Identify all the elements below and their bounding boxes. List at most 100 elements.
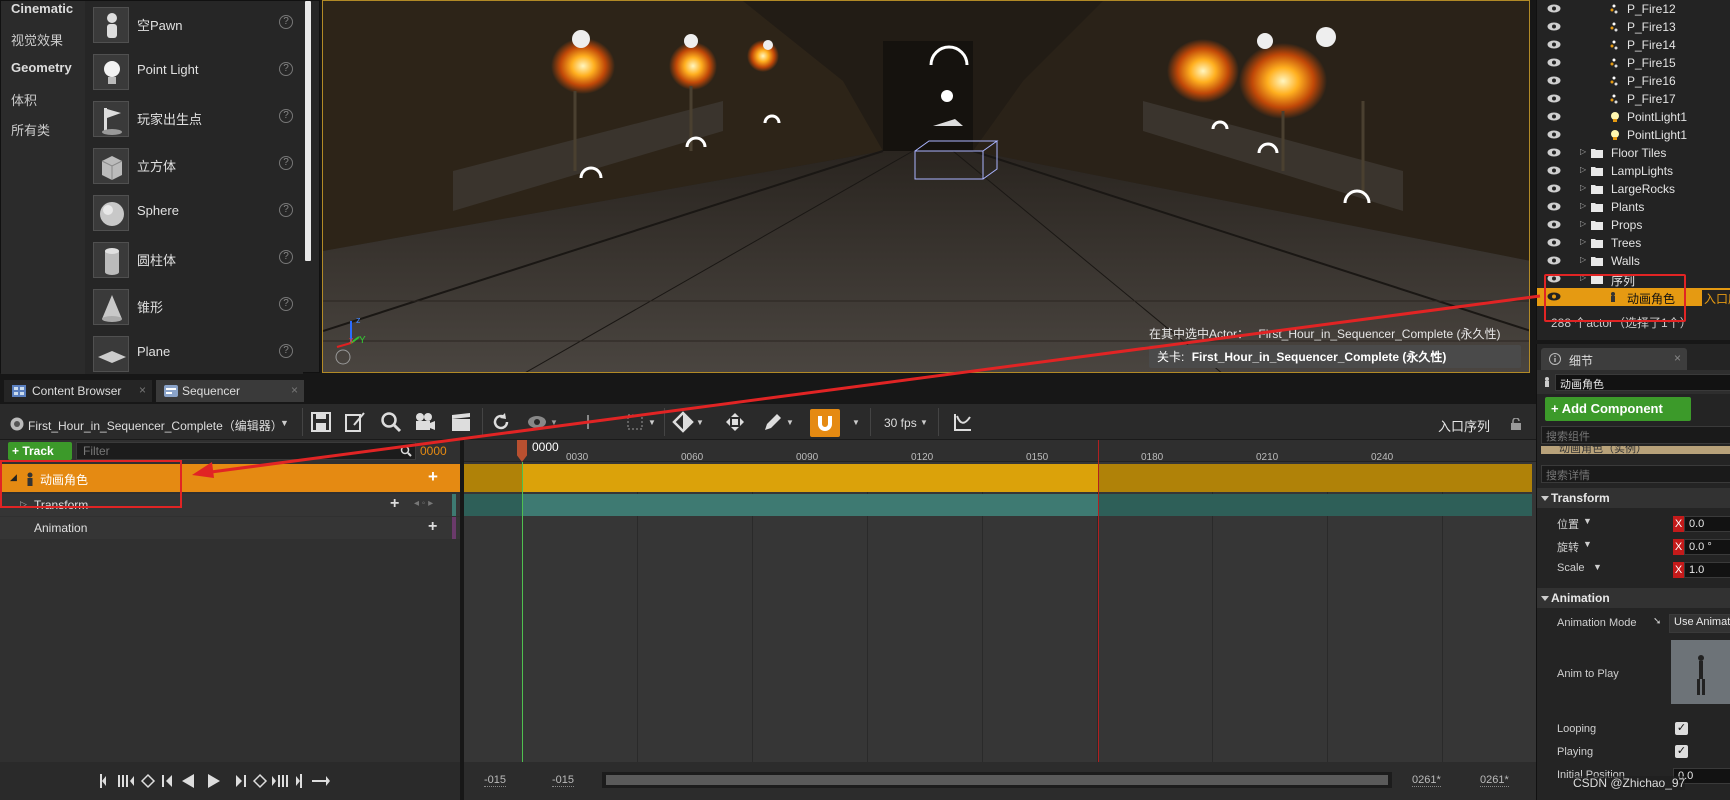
tab-content-browser[interactable]: Content Browser ×	[4, 380, 152, 402]
save-icon[interactable]	[310, 411, 332, 433]
key-navigation-icon[interactable]: ◂ ◦ ▸	[414, 498, 433, 509]
loop-icon[interactable]	[312, 776, 330, 786]
play-reverse-icon[interactable]	[182, 774, 194, 788]
help-icon[interactable]: ?	[279, 203, 293, 217]
search-details-input[interactable]: 搜索详情	[1541, 465, 1730, 483]
range-scroll-track[interactable]	[602, 772, 1392, 788]
expand-arrow-icon[interactable]: ▷	[1580, 237, 1586, 246]
chevron-down-icon[interactable]: ▼	[1583, 516, 1592, 526]
expand-arrow-icon[interactable]: ▷	[1580, 183, 1586, 192]
expand-arrow-icon[interactable]: ▷	[1580, 201, 1586, 210]
chevron-down-icon[interactable]: ▼	[1593, 562, 1602, 572]
looping-checkbox[interactable]: ✓	[1675, 722, 1688, 735]
jump-to-start-icon[interactable]	[100, 774, 106, 788]
visibility-eye-icon[interactable]	[1547, 184, 1561, 193]
view-start-field[interactable]: -015	[484, 774, 507, 787]
expand-arrow-icon[interactable]: ▷	[1580, 165, 1586, 174]
transform-gizmo-icon[interactable]	[724, 411, 746, 433]
camera-icon[interactable]	[414, 411, 436, 433]
step-forward-icon[interactable]	[236, 775, 246, 787]
scale-x-field[interactable]: 1.0	[1684, 562, 1730, 578]
playhead-line[interactable]	[522, 462, 523, 762]
animation-section-header[interactable]: Animation	[1537, 588, 1730, 608]
outliner-row[interactable]: P_Fire15	[1537, 54, 1730, 72]
actor-item-plane[interactable]: Plane ?	[85, 330, 303, 376]
location-x-field[interactable]: 0.0	[1684, 516, 1730, 532]
visibility-eye-icon[interactable]	[1547, 58, 1561, 67]
refresh-icon[interactable]	[490, 411, 512, 433]
outliner-row[interactable]: PointLight1	[1537, 108, 1730, 126]
next-frame-group-icon[interactable]	[272, 775, 288, 787]
visibility-eye-icon[interactable]	[1547, 40, 1561, 49]
add-track-button[interactable]: + Track	[8, 442, 72, 460]
search-icon[interactable]	[380, 411, 402, 433]
anim-asset-thumbnail[interactable]	[1671, 640, 1730, 704]
chevron-down-icon[interactable]: ▼	[920, 418, 928, 427]
outliner-row[interactable]: ▷ LargeRocks	[1537, 180, 1730, 198]
filter-input[interactable]: Filter	[76, 442, 416, 460]
previous-key-icon[interactable]	[140, 773, 156, 789]
actor-item-player-start[interactable]: 玩家出生点 ?	[85, 95, 303, 141]
category-cinematic[interactable]: Cinematic	[11, 1, 73, 16]
actor-item-cylinder[interactable]: 圆柱体 ?	[85, 236, 303, 282]
selection-range-icon[interactable]	[624, 411, 646, 433]
actor-name-field[interactable]: 动画角色	[1555, 374, 1730, 391]
category-all-classes[interactable]: 所有类	[11, 120, 50, 139]
search-icon[interactable]	[400, 445, 412, 457]
visibility-eye-icon[interactable]	[1547, 94, 1561, 103]
expand-arrow-icon[interactable]: ▷	[1580, 147, 1586, 156]
category-visual-effects[interactable]: 视觉效果	[11, 30, 63, 49]
category-volumes[interactable]: 体积	[11, 90, 37, 109]
outliner-row[interactable]: ▷ Trees	[1537, 234, 1730, 252]
reset-arrow-icon[interactable]: ➘	[1653, 616, 1661, 627]
snap-toggle-button[interactable]	[810, 409, 840, 437]
outliner-row[interactable]: P_Fire17	[1537, 90, 1730, 108]
pencil-icon[interactable]	[762, 411, 784, 433]
key-diamond-icon[interactable]	[672, 411, 694, 433]
step-back-icon[interactable]	[162, 775, 172, 787]
help-icon[interactable]: ?	[279, 156, 293, 170]
outliner-row[interactable]: ▷ Plants	[1537, 198, 1730, 216]
visibility-eye-icon[interactable]	[1547, 148, 1561, 157]
transform-section-bar[interactable]	[522, 494, 1098, 516]
end-marker-line[interactable]	[1098, 440, 1099, 762]
visibility-eye-icon[interactable]	[1547, 256, 1561, 265]
eye-icon[interactable]	[526, 411, 548, 433]
visibility-eye-icon[interactable]	[1547, 112, 1561, 121]
visibility-eye-icon[interactable]	[1547, 76, 1561, 85]
search-components-input[interactable]: 搜索组件	[1541, 426, 1730, 444]
component-row[interactable]: 动画角色（实例）	[1541, 446, 1730, 454]
chevron-down-icon[interactable]: ▼	[696, 418, 704, 427]
actor-item-empty-pawn[interactable]: 空Pawn ?	[85, 1, 303, 47]
time-ruler[interactable]: 0030 0060 0090 0120 0150 0180 0210 0240 …	[464, 440, 1536, 463]
chevron-down-icon[interactable]: ▼	[550, 418, 558, 427]
fps-dropdown[interactable]: 30 fps	[884, 416, 917, 430]
visibility-eye-icon[interactable]	[1547, 202, 1561, 211]
close-icon[interactable]: ×	[291, 383, 298, 397]
add-animation-button[interactable]: +	[428, 518, 437, 536]
help-icon[interactable]: ?	[279, 109, 293, 123]
close-icon[interactable]: ×	[139, 383, 146, 397]
visibility-eye-icon[interactable]	[1547, 130, 1561, 139]
actor-item-cube[interactable]: 立方体 ?	[85, 142, 303, 188]
help-icon[interactable]: ?	[279, 250, 293, 264]
chevron-down-icon[interactable]: ▼	[852, 418, 860, 427]
category-geometry[interactable]: Geometry	[11, 60, 72, 75]
animation-mode-dropdown[interactable]: Use Animation Asset	[1669, 614, 1730, 633]
add-subtrack-button[interactable]: +	[428, 467, 438, 487]
previous-frame-group-icon[interactable]	[118, 775, 134, 787]
rotation-label[interactable]: 旋转	[1557, 539, 1579, 555]
expand-arrow-icon[interactable]: ▷	[1580, 219, 1586, 228]
help-icon[interactable]: ?	[279, 15, 293, 29]
expand-arrow-icon[interactable]: ▷	[1580, 255, 1586, 264]
outliner-row[interactable]: P_Fire12	[1537, 0, 1730, 18]
curve-editor-icon[interactable]	[952, 411, 974, 433]
actor-section-bar[interactable]	[522, 464, 1098, 492]
add-component-button[interactable]: + Add Component	[1545, 397, 1691, 421]
scrollbar[interactable]	[305, 1, 311, 261]
current-frame-readout[interactable]: 0000	[420, 444, 447, 458]
outliner-row[interactable]: ▷ LampLights	[1537, 162, 1730, 180]
next-key-icon[interactable]	[252, 773, 268, 789]
visibility-eye-icon[interactable]	[1547, 22, 1561, 31]
transform-section-header[interactable]: Transform	[1537, 488, 1730, 508]
